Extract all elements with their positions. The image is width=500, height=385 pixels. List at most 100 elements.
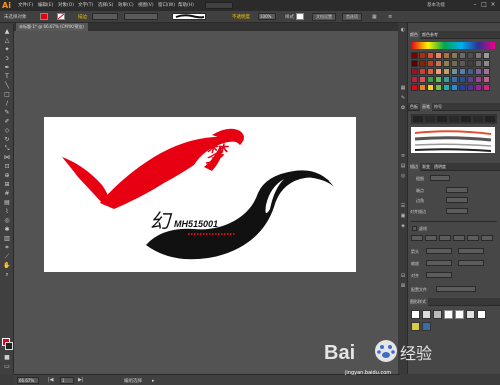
paintbrush-tool-icon[interactable]: ∕ (3, 100, 11, 107)
preferences-button[interactable]: 首选项 (342, 13, 362, 21)
graphic-styles-panel-icon[interactable]: ▣ (400, 213, 406, 219)
line-tool-icon[interactable]: ╲ (3, 82, 11, 89)
free-transform-tool-icon[interactable]: ⊡ (3, 163, 11, 170)
width-tool-icon[interactable]: ⋈ (3, 154, 11, 161)
slice-tool-icon[interactable]: ⟋ (3, 253, 11, 260)
tab-color[interactable]: 颜色 (408, 31, 420, 39)
document-tab[interactable]: 未标题-1* @ 66.67% (CMYK/预览) (16, 23, 88, 31)
arrow-end-select[interactable] (458, 248, 484, 254)
blob-brush-tool-icon[interactable]: ✐ (3, 118, 11, 125)
arrange-icon[interactable]: ▦ (372, 14, 380, 20)
first-artboard-icon[interactable]: |◀ (48, 377, 56, 384)
stroke-color-box[interactable] (5, 342, 13, 350)
stroke-weight-field[interactable] (92, 13, 118, 20)
transparency-panel-icon[interactable]: ◎ (400, 173, 406, 179)
stroke-swatch[interactable] (57, 13, 65, 20)
color-spectrum[interactable] (411, 42, 495, 49)
artboard-tool-icon[interactable]: ⌗ (3, 244, 11, 251)
color-panel-icon[interactable]: ◐ (400, 27, 406, 33)
brush-preview-list[interactable] (411, 127, 495, 153)
perspective-grid-tool-icon[interactable]: ⊞ (3, 181, 11, 188)
lasso-tool-icon[interactable]: ↄ (3, 55, 11, 62)
appearance-panel-icon[interactable]: ☰ (400, 203, 406, 209)
menu-view[interactable]: 视图(V) (138, 2, 154, 8)
arrow-start-select[interactable] (426, 248, 452, 254)
opacity-field[interactable]: 100% (258, 13, 276, 20)
color-mode-icon[interactable]: ■ (3, 354, 11, 361)
minimize-icon[interactable]: – (471, 1, 479, 9)
menu-effect[interactable]: 效果(C) (118, 2, 134, 8)
zoom-tool-icon[interactable]: ⌕ (3, 271, 11, 278)
mesh-tool-icon[interactable]: # (3, 190, 11, 197)
tab-transparency[interactable]: 透明度 (432, 163, 448, 171)
arrow-align-buttons[interactable] (426, 272, 452, 278)
symbol-sprayer-tool-icon[interactable]: ✱ (3, 226, 11, 233)
brush-definition-select[interactable] (172, 13, 206, 20)
stroke-corner-buttons[interactable] (446, 197, 468, 203)
layers-panel-icon[interactable]: ◈ (400, 223, 406, 229)
stroke-weight-input[interactable] (430, 175, 450, 181)
tab-gradient[interactable]: 渐变 (420, 163, 432, 171)
menu-edit[interactable]: 编辑(E) (38, 2, 53, 8)
screen-mode-icon[interactable]: ▭ (3, 363, 11, 370)
bridge-button[interactable] (205, 2, 233, 9)
tab-color-guide[interactable]: 颜色参考 (420, 31, 440, 39)
zoom-field[interactable]: 66.67% (17, 377, 39, 384)
swatches-panel-icon[interactable]: ▦ (400, 85, 406, 91)
menu-window[interactable]: 窗口(W) (158, 2, 175, 8)
eraser-tool-icon[interactable]: ◇ (3, 127, 11, 134)
artwork-svg[interactable] (44, 117, 356, 272)
menu-object[interactable]: 对象(O) (58, 2, 74, 8)
document-setup-button[interactable]: 文档设置 (312, 13, 336, 21)
arrow-scale-end[interactable] (458, 260, 484, 266)
artboard[interactable]: 梦 幻 MH515001 (44, 117, 356, 272)
hand-tool-icon[interactable]: ✋ (3, 262, 11, 269)
eyedropper-tool-icon[interactable]: ⌇ (3, 208, 11, 215)
maximize-icon[interactable]: □ (480, 1, 488, 9)
stroke-panel-icon[interactable]: ≡ (400, 153, 406, 159)
arrow-scale-start[interactable] (426, 260, 452, 266)
status-menu-arrow-icon[interactable]: ▸ (152, 378, 158, 384)
gradient-panel-icon[interactable]: ▤ (400, 163, 406, 169)
tab-brushes[interactable]: 画笔 (420, 103, 432, 111)
fill-swatch[interactable] (40, 13, 48, 20)
gradient-tool-icon[interactable]: ▤ (3, 199, 11, 206)
menu-type[interactable]: 文字(T) (78, 2, 93, 8)
type-tool-icon[interactable]: T (3, 73, 11, 80)
next-artboard-icon[interactable]: ▶| (78, 377, 88, 384)
tab-symbols[interactable]: 符号 (432, 103, 444, 111)
stroke-align-buttons[interactable] (446, 208, 468, 214)
shape-builder-tool-icon[interactable]: ⊕ (3, 172, 11, 179)
workspace-switcher[interactable]: 基本功能 (427, 2, 445, 8)
blend-tool-icon[interactable]: ◎ (3, 217, 11, 224)
menu-select[interactable]: 选择(S) (98, 2, 113, 8)
variable-width-select[interactable] (124, 13, 158, 20)
direct-selection-tool-icon[interactable]: △ (3, 37, 11, 44)
artboard-number-field[interactable]: 1 (60, 377, 74, 384)
graph-tool-icon[interactable]: ▥ (3, 235, 11, 242)
pathfinder-panel-icon[interactable]: ⊠ (400, 283, 406, 289)
panel-menu-icon[interactable]: ≡ (388, 14, 396, 20)
stroke-cap-buttons[interactable] (446, 187, 468, 193)
selection-tool-icon[interactable]: ▲ (3, 28, 11, 35)
dashed-line-checkbox[interactable] (412, 226, 417, 231)
rectangle-tool-icon[interactable]: □ (3, 91, 11, 98)
tab-graphic-styles[interactable]: 图形样式 (408, 298, 428, 306)
magic-wand-tool-icon[interactable]: ✦ (3, 46, 11, 53)
symbols-panel-icon[interactable]: ✿ (400, 105, 406, 111)
tab-swatches[interactable]: 色板 (408, 103, 420, 111)
pencil-tool-icon[interactable]: ✎ (3, 109, 11, 116)
menu-help[interactable]: 帮助(H) (178, 2, 194, 8)
align-panel-icon[interactable]: ⊟ (400, 273, 406, 279)
canvas-area[interactable]: 梦 幻 MH515001 (14, 31, 398, 374)
width-profile-select[interactable] (436, 286, 476, 292)
scale-tool-icon[interactable]: ⤡ (3, 145, 11, 152)
close-icon[interactable]: × (489, 1, 497, 9)
tab-stroke[interactable]: 描边 (408, 163, 420, 171)
pen-tool-icon[interactable]: ✒ (3, 64, 11, 71)
dash-gap-fields[interactable] (411, 235, 497, 245)
brushes-panel-icon[interactable]: ✎ (400, 95, 406, 101)
menu-file[interactable]: 文件(F) (18, 2, 33, 8)
brush-thumbnails[interactable] (411, 114, 497, 124)
graphic-style-swatch[interactable] (296, 13, 304, 20)
